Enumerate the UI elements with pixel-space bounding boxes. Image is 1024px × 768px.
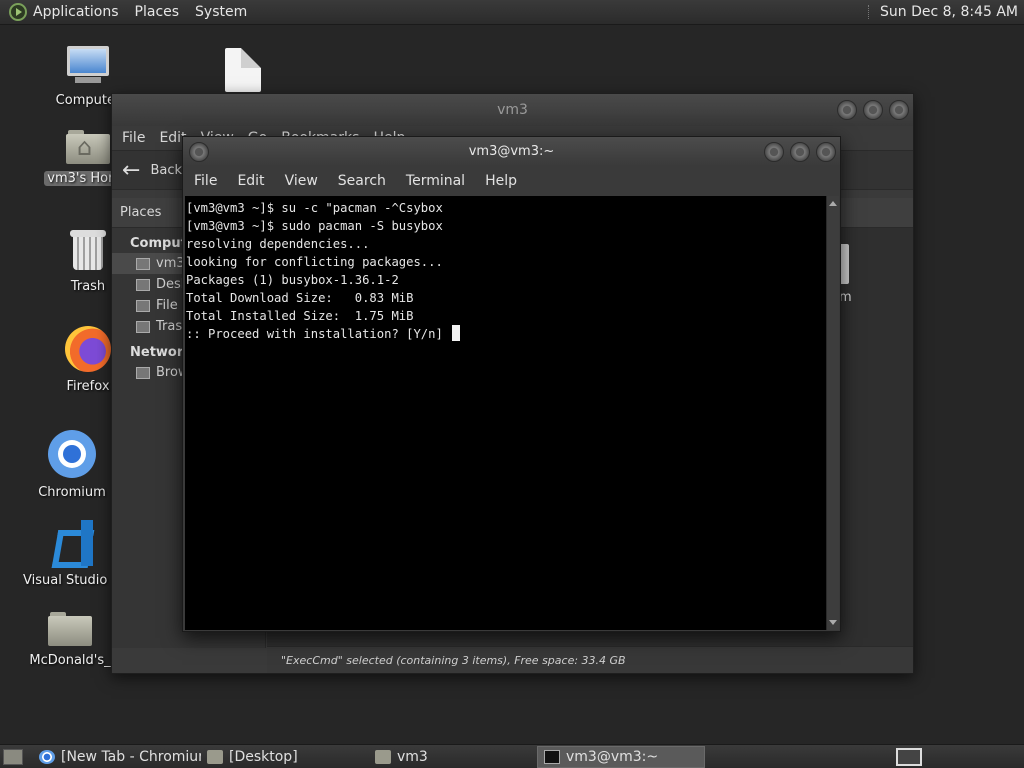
vscode-icon (51, 520, 97, 566)
terminal-line: Total Installed Size: 1.75 MiB (186, 309, 414, 323)
task-terminal[interactable]: vm3@vm3:~ (537, 745, 705, 768)
menu-logo-icon[interactable] (9, 3, 27, 21)
panel-separator (868, 5, 870, 19)
desktop-icon-label: Visual Studio Code (23, 573, 125, 588)
home-folder-icon (375, 749, 391, 764)
home-folder-icon (66, 130, 110, 164)
back-arrow-icon[interactable]: ← (122, 158, 140, 183)
task-list: [New Tab - Chromium] [Desktop] vm3 vm3@v… (33, 745, 705, 768)
top-panel: Applications Places System Sun Dec 8, 8:… (0, 0, 1024, 25)
desktop-icon-label: Chromium (38, 485, 106, 500)
maximize-button[interactable] (790, 141, 810, 162)
clock[interactable]: Sun Dec 8, 8:45 AM (880, 4, 1018, 20)
menu-edit[interactable]: Edit (237, 173, 264, 189)
firefox-icon (65, 326, 111, 372)
trash-icon (136, 320, 150, 333)
applications-menu[interactable]: Applications (33, 4, 119, 20)
places-menu[interactable]: Places (135, 4, 180, 20)
folder-icon (207, 749, 223, 764)
task-chromium[interactable]: [New Tab - Chromium] (33, 746, 201, 768)
task-desktop[interactable]: [Desktop] (201, 746, 369, 768)
terminal-output[interactable]: [vm3@vm3 ~]$ su -c "pacman -^Csybox [vm3@… (185, 196, 826, 630)
minimize-button[interactable] (837, 100, 857, 120)
terminal-line: [vm3@vm3 ~]$ sudo pacman -S busybox (186, 219, 443, 233)
terminal-line: resolving dependencies... (186, 237, 370, 251)
places-label: Places (120, 205, 162, 220)
scroll-down-icon[interactable] (829, 620, 837, 625)
scroll-up-icon[interactable] (829, 201, 837, 206)
desktop-icon-chromium[interactable]: Chromium (22, 430, 122, 500)
terminal-window[interactable]: vm3@vm3:~ File Edit View Search Terminal… (182, 136, 841, 632)
desktop-icon-vscode[interactable]: Visual Studio Code (23, 520, 125, 588)
maximize-button[interactable] (863, 100, 883, 120)
menu-terminal[interactable]: Terminal (406, 173, 465, 189)
system-menu[interactable]: System (195, 4, 247, 20)
chromium-icon (48, 430, 96, 478)
menu-search[interactable]: Search (338, 173, 386, 189)
desktop-icon-folder[interactable]: McDonald's_ (24, 612, 116, 668)
folder-icon (48, 612, 92, 646)
terminal-line: looking for conflicting packages... (186, 255, 443, 269)
terminal-titlebar[interactable]: vm3@vm3:~ (183, 137, 840, 166)
minimize-button[interactable] (764, 141, 784, 162)
terminal-cursor (452, 325, 461, 341)
terminal-line: Packages (1) busybox-1.36.1-2 (186, 273, 399, 287)
menu-file[interactable]: File (122, 130, 145, 146)
terminal-title: vm3@vm3:~ (468, 144, 555, 159)
menu-help[interactable]: Help (485, 173, 517, 189)
home-folder-icon (136, 257, 150, 270)
file-icon (225, 48, 261, 92)
status-bar: "ExecCmd" selected (containing 3 items),… (267, 646, 913, 673)
file-manager-title: vm3 (497, 102, 528, 118)
task-file-manager[interactable]: vm3 (369, 746, 537, 768)
close-button[interactable] (889, 100, 909, 120)
terminal-scrollbar[interactable] (826, 196, 839, 630)
file-manager-titlebar[interactable]: vm3 (112, 94, 913, 126)
trash-icon (70, 228, 106, 272)
show-desktop-button[interactable] (3, 748, 23, 765)
window-menu-button[interactable] (189, 142, 209, 162)
terminal-prompt-line: :: Proceed with installation? [Y/n] (186, 327, 451, 341)
back-button[interactable]: Back (150, 163, 182, 178)
menu-file[interactable]: File (194, 173, 217, 189)
computer-icon (65, 46, 111, 86)
drive-icon (136, 299, 150, 312)
bottom-panel: [New Tab - Chromium] [Desktop] vm3 vm3@v… (0, 744, 1024, 768)
desktop-icon-label: McDonald's_ (29, 653, 111, 668)
desktop-icon (136, 278, 150, 291)
chromium-icon (39, 749, 55, 764)
network-icon (136, 366, 150, 379)
close-button[interactable] (816, 141, 836, 162)
terminal-menubar: File Edit View Search Terminal Help (183, 166, 840, 195)
terminal-line: [vm3@vm3 ~]$ su -c "pacman -^Csybox (186, 201, 443, 215)
workspace-switcher[interactable] (896, 747, 922, 766)
desktop-icon-file[interactable] (193, 48, 293, 96)
terminal-icon (544, 749, 560, 764)
menu-view[interactable]: View (285, 173, 318, 189)
terminal-line: Total Download Size: 0.83 MiB (186, 291, 414, 305)
